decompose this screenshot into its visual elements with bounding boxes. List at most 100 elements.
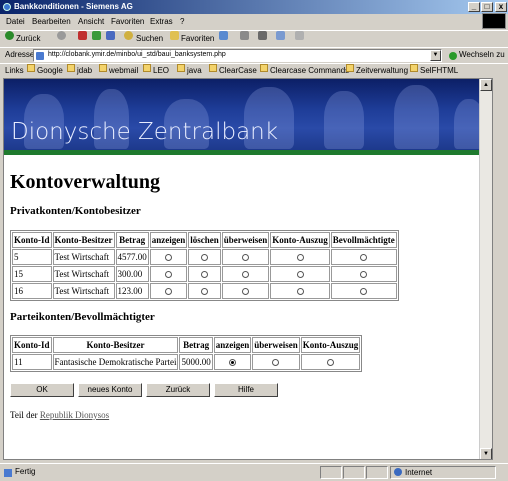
menu-help[interactable]: ? — [180, 15, 184, 29]
radio-ueberweisen[interactable] — [272, 358, 280, 366]
table-row: 15 Test Wirtschaft 300.00 — [12, 266, 397, 282]
favorites-icon[interactable] — [170, 31, 179, 40]
col-konto-besitzer: Konto-Besitzer — [52, 337, 179, 353]
radio-ueberweisen[interactable] — [242, 270, 250, 278]
scroll-down-icon[interactable]: ▼ — [480, 448, 492, 459]
links-bar: Links Google jdab webmail LEO java Clear… — [0, 63, 508, 78]
back-button[interactable]: Zurück — [16, 31, 40, 47]
menu-ansicht[interactable]: Ansicht — [78, 15, 104, 29]
link-webmail[interactable]: webmail — [109, 64, 138, 78]
link-icon — [260, 64, 268, 72]
back-page-button[interactable]: Zurück — [146, 383, 210, 397]
link-jdab[interactable]: jdab — [77, 64, 92, 78]
menu-extras[interactable]: Extras — [150, 15, 173, 29]
radio-bevollmaechtigte[interactable] — [360, 287, 368, 295]
home-icon[interactable] — [106, 31, 115, 40]
page-title: Kontoverwaltung — [10, 171, 160, 193]
minimize-button[interactable]: _ — [468, 2, 480, 12]
ok-button[interactable]: OK — [10, 383, 74, 397]
republik-link[interactable]: Republik Dionysos — [40, 410, 109, 420]
col-konto-besitzer: Konto-Besitzer — [52, 232, 115, 248]
link-icon — [67, 64, 75, 72]
links-label: Links — [5, 66, 24, 75]
banner-strip — [4, 150, 492, 155]
table-row: 16 Test Wirtschaft 123.00 — [12, 283, 397, 299]
table-row: 5 Test Wirtschaft 4577.00 — [12, 249, 397, 265]
menu-bearbeiten[interactable]: Bearbeiten — [32, 15, 71, 29]
toolbar: Zurück Suchen Favoriten — [0, 30, 508, 47]
link-icon — [410, 64, 418, 72]
radio-konto-auszug[interactable] — [296, 270, 304, 278]
back-arrow-icon[interactable] — [5, 31, 14, 40]
address-dropdown-icon[interactable]: ▼ — [430, 50, 441, 61]
radio-bevollmaechtigte[interactable] — [360, 270, 368, 278]
radio-loeschen[interactable] — [201, 253, 208, 261]
radio-ueberweisen[interactable] — [242, 287, 250, 295]
radio-anzeigen-selected[interactable] — [228, 358, 236, 366]
search-button[interactable]: Suchen — [136, 31, 163, 47]
banner-figure — [394, 85, 439, 149]
betrag: 123.00 — [115, 283, 149, 299]
radio-loeschen[interactable] — [201, 270, 208, 278]
party-accounts-heading: Parteikonten/Bevollmächtigter — [10, 311, 155, 323]
favorites-button[interactable]: Favoriten — [181, 31, 214, 47]
table-row: 11 Fantasische Demokratische Partei 5000… — [12, 354, 361, 370]
discuss-icon[interactable] — [295, 31, 304, 40]
status-panel — [343, 466, 365, 479]
status-panel — [366, 466, 388, 479]
address-url: http://clobank.ymir.de/minbo/ui_std/baui… — [48, 51, 226, 58]
betrag: 300.00 — [115, 266, 149, 282]
globe-icon — [394, 468, 402, 476]
scroll-up-icon[interactable]: ▲ — [480, 79, 492, 91]
radio-anzeigen[interactable] — [165, 270, 172, 278]
link-google[interactable]: Google — [37, 64, 63, 78]
radio-bevollmaechtigte[interactable] — [360, 253, 368, 261]
window-title-bar[interactable]: Bankkonditionen - Siemens AG _ □ x — [0, 0, 508, 14]
private-accounts-table: Konto-Id Konto-Besitzer Betrag anzeigen … — [10, 230, 399, 301]
maximize-button[interactable]: □ — [481, 2, 493, 12]
col-konto-auszug: Konto-Auszug — [300, 337, 361, 353]
edit-icon[interactable] — [276, 31, 285, 40]
status-text: Fertig — [15, 467, 36, 476]
radio-loeschen[interactable] — [201, 287, 208, 295]
radio-ueberweisen[interactable] — [242, 253, 250, 261]
menu-datei[interactable]: Datei — [6, 15, 25, 29]
menu-bar: Datei Bearbeiten Ansicht Favoriten Extra… — [0, 15, 508, 29]
go-arrow-icon[interactable] — [449, 52, 457, 60]
link-zeitverwaltung[interactable]: Zeitverwaltung — [356, 64, 408, 78]
vertical-scrollbar[interactable]: ▲ ▼ — [479, 79, 492, 459]
radio-anzeigen[interactable] — [165, 253, 172, 261]
help-button[interactable]: Hilfe — [214, 383, 278, 397]
link-icon — [346, 64, 354, 72]
footer: Teil der Republik Dionysos — [10, 410, 109, 420]
menu-favoriten[interactable]: Favoriten — [111, 15, 144, 29]
link-java[interactable]: java — [187, 64, 202, 78]
footer-text: Teil der — [10, 410, 38, 420]
konto-id: 16 — [12, 283, 52, 299]
history-icon[interactable] — [219, 31, 228, 40]
radio-anzeigen[interactable] — [165, 287, 172, 295]
refresh-icon[interactable] — [92, 31, 101, 40]
search-icon[interactable] — [124, 31, 133, 40]
forward-arrow-icon[interactable] — [57, 31, 66, 40]
radio-konto-auszug[interactable] — [296, 287, 304, 295]
mail-icon[interactable] — [240, 31, 249, 40]
stop-icon[interactable] — [78, 31, 87, 40]
link-selfhtml[interactable]: SelFHTML — [420, 64, 458, 78]
link-clearcase-commands[interactable]: Clearcase Commands — [270, 64, 349, 78]
link-icon — [27, 64, 35, 72]
konto-besitzer: Fantasische Demokratische Partei — [52, 354, 179, 370]
link-clearcase[interactable]: ClearCase — [219, 64, 257, 78]
new-account-button[interactable]: neues Konto — [78, 383, 142, 397]
konto-besitzer: Test Wirtschaft — [52, 283, 115, 299]
radio-konto-auszug[interactable] — [296, 253, 304, 261]
link-icon — [177, 64, 185, 72]
go-button[interactable]: Wechseln zu — [459, 50, 505, 59]
col-anzeigen: anzeigen — [213, 337, 252, 353]
link-leo[interactable]: LEO — [153, 64, 169, 78]
radio-konto-auszug[interactable] — [326, 358, 334, 366]
address-input[interactable]: http://clobank.ymir.de/minbo/ui_std/baui… — [33, 49, 442, 62]
print-icon[interactable] — [258, 31, 267, 40]
close-button[interactable]: x — [495, 2, 507, 12]
windows-logo-icon — [482, 13, 506, 29]
